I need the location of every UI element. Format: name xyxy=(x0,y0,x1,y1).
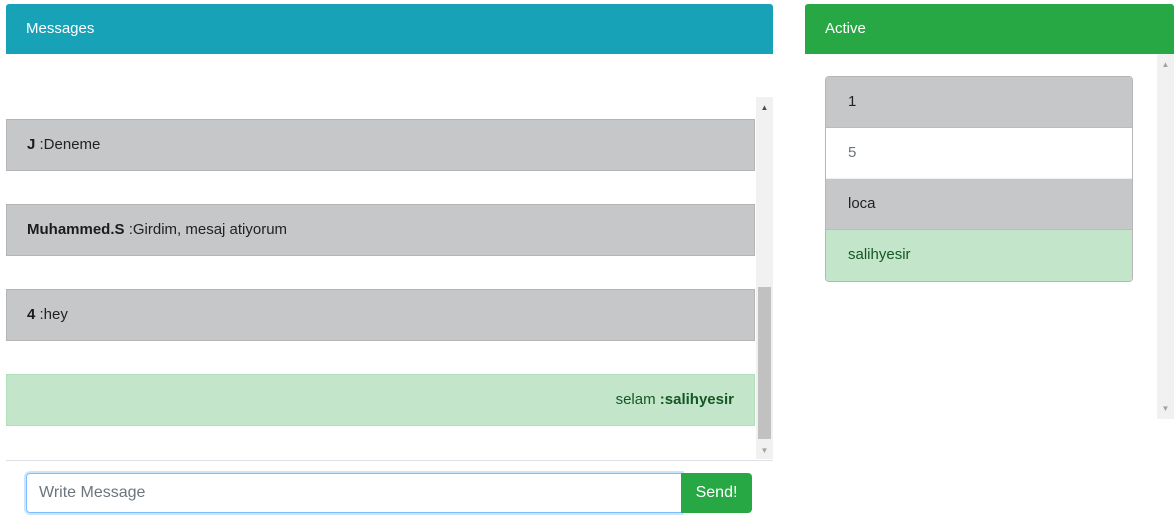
active-users-area[interactable]: 1 5 loca salihyesir ▲ ▼ xyxy=(805,54,1174,419)
scroll-up-arrow-icon[interactable]: ▲ xyxy=(756,99,773,116)
scroll-down-arrow-icon[interactable]: ▼ xyxy=(756,442,773,459)
messages-title: Messages xyxy=(26,20,95,37)
messages-panel: Messages J :Deneme Muhammed.S :Girdim, m… xyxy=(6,4,773,519)
scroll-down-arrow-icon[interactable]: ▼ xyxy=(1157,400,1174,417)
message-sender: :salihyesir xyxy=(659,391,734,408)
message-composer: Send! xyxy=(6,460,773,519)
message-list: J :Deneme Muhammed.S :Girdim, mesaj atiy… xyxy=(6,97,755,459)
active-user-item[interactable]: salihyesir xyxy=(826,230,1132,281)
message-text: :hey xyxy=(39,306,68,323)
send-button[interactable]: Send! xyxy=(681,473,752,513)
active-user-item[interactable]: 1 xyxy=(826,77,1132,128)
message-item: 4 :hey xyxy=(6,289,755,341)
active-header: Active xyxy=(805,4,1174,54)
active-title: Active xyxy=(825,20,866,37)
message-sender: 4 xyxy=(27,306,36,323)
messages-header: Messages xyxy=(6,4,773,54)
active-user-item[interactable]: loca xyxy=(826,179,1132,230)
scrollbar-thumb[interactable] xyxy=(758,287,771,439)
own-message-item: selam :salihyesir xyxy=(6,374,755,426)
active-scrollbar[interactable]: ▲ ▼ xyxy=(1157,54,1174,419)
active-user-item[interactable]: 5 xyxy=(826,128,1132,179)
scroll-up-arrow-icon[interactable]: ▲ xyxy=(1157,56,1174,73)
chat-page: Messages J :Deneme Muhammed.S :Girdim, m… xyxy=(0,0,1174,519)
message-input[interactable] xyxy=(26,473,682,513)
message-item: J :Deneme xyxy=(6,119,755,171)
message-sender: J xyxy=(27,136,36,153)
active-user-list: 1 5 loca salihyesir xyxy=(825,76,1133,282)
message-scroll-area[interactable]: J :Deneme Muhammed.S :Girdim, mesaj atiy… xyxy=(6,97,773,459)
message-text: selam xyxy=(615,391,656,408)
message-item: Muhammed.S :Girdim, mesaj atiyorum xyxy=(6,204,755,256)
message-scrollbar[interactable]: ▲ ▼ xyxy=(756,97,773,459)
message-text: :Deneme xyxy=(39,136,101,153)
active-panel: Active 1 5 loca salihyesir ▲ ▼ xyxy=(805,4,1174,419)
message-text: :Girdim, mesaj atiyorum xyxy=(128,221,288,238)
message-sender: Muhammed.S xyxy=(27,221,125,238)
